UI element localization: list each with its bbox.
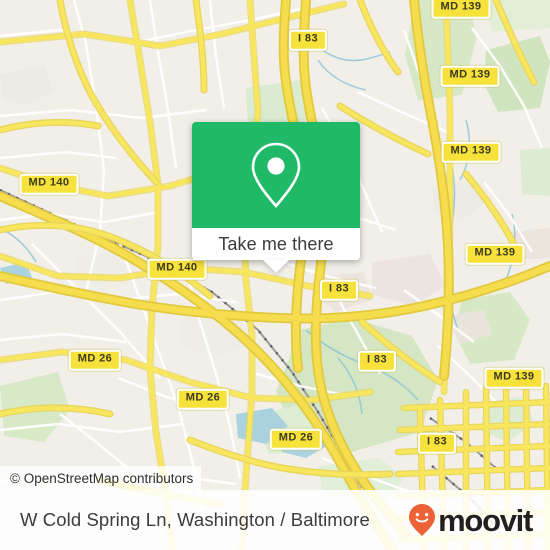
location-title: W Cold Spring Ln, Washington / Baltimore <box>20 509 370 530</box>
road-shield-i-83: I 83 <box>320 279 358 301</box>
road-shield-i-83: I 83 <box>358 350 396 372</box>
take-me-there-label: Take me there <box>218 233 334 254</box>
road-shield-i-83: I 83 <box>289 29 327 51</box>
popup-pin-panel <box>192 122 360 228</box>
popup-tail-pointer <box>263 260 289 273</box>
moovit-brand[interactable]: moovit <box>407 502 533 538</box>
road-shield-md-139: MD 139 <box>441 141 501 163</box>
moovit-smiley-pin-icon <box>409 504 436 536</box>
attribution-text: © OpenStreetMap contributors <box>10 470 194 486</box>
road-shield-md-140: MD 140 <box>19 173 79 195</box>
road-shield-md-26: MD 26 <box>176 388 230 410</box>
map-attribution[interactable]: © OpenStreetMap contributors <box>0 466 202 490</box>
road-shield-i-83: I 83 <box>418 432 456 454</box>
screenshot-root: MD 139 I 83 MD 139 MD 139 MD 140 MD 140 I 83 MD… <box>0 0 550 550</box>
location-pin-icon <box>251 142 301 208</box>
road-shield-md-140: MD 140 <box>147 258 207 280</box>
footer-bar: W Cold Spring Ln, Washington / Baltimore… <box>0 490 550 550</box>
take-me-there-button[interactable]: Take me there <box>192 228 360 273</box>
road-shield-md-139: MD 139 <box>465 243 525 265</box>
road-shield-md-26: MD 26 <box>269 428 323 450</box>
road-shield-md-139: MD 139 <box>440 65 500 87</box>
road-shield-md-139: MD 139 <box>431 0 491 19</box>
road-shield-md-139: MD 139 <box>484 367 544 389</box>
moovit-wordmark: moovit <box>438 502 533 538</box>
destination-popup-card[interactable]: Take me there <box>192 122 360 273</box>
road-shield-md-26: MD 26 <box>68 349 122 371</box>
